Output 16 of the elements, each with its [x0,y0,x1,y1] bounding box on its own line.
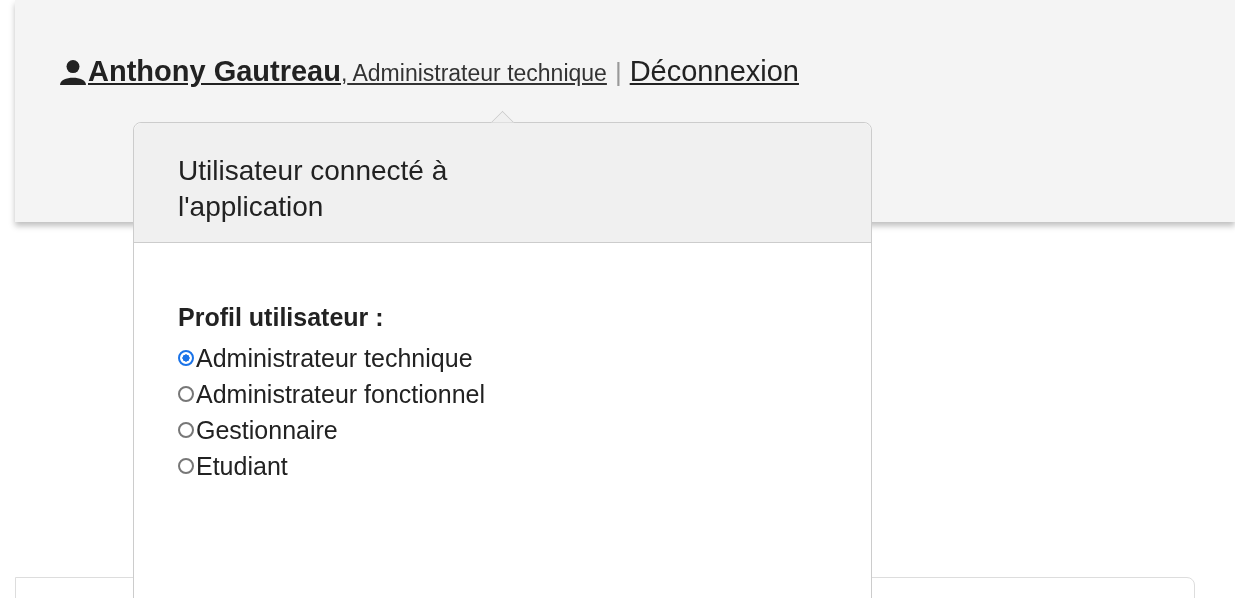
profile-radio-option[interactable]: Administrateur technique [178,339,831,376]
profile-radio-option[interactable]: Gestionnaire [178,411,831,448]
profile-radio-option[interactable]: Etudiant [178,447,831,484]
user-name-link[interactable]: Anthony Gautreau [88,55,341,88]
divider-text: | [614,57,622,88]
user-icon [60,58,86,85]
popover-title: Utilisateur connecté à l'application [134,123,871,243]
profile-radio-option[interactable]: Administrateur fonctionnel [178,375,831,412]
profile-label: Profil utilisateur : [178,302,385,332]
radio-button[interactable] [178,421,194,438]
logout-link[interactable]: Déconnexion [629,55,799,88]
user-role-link[interactable]: , Administrateur technique [340,60,607,87]
radio-button[interactable] [178,457,194,474]
comma: , [340,60,348,86]
radio-button[interactable] [178,385,194,402]
radio-button[interactable] [178,349,194,366]
